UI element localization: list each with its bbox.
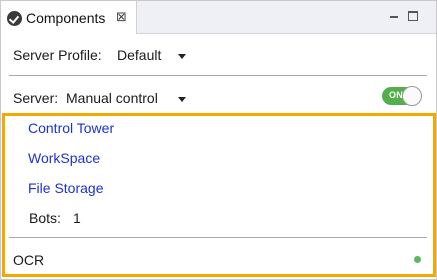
link-file-storage[interactable]: File Storage	[28, 180, 103, 196]
ocr-label: OCR	[13, 252, 45, 268]
maximize-icon[interactable]	[408, 11, 418, 21]
tab-components[interactable]: Components ⊠	[1, 1, 137, 34]
divider	[9, 237, 427, 238]
link-workspace[interactable]: WorkSpace	[28, 150, 100, 166]
tab-title: Components	[26, 10, 106, 26]
tab-bar: Components ⊠	[1, 1, 436, 34]
close-icon[interactable]: ⊠	[116, 10, 127, 24]
server-mode-dropdown[interactable]: Manual control	[66, 90, 158, 106]
bots-count: 1	[73, 210, 81, 226]
server-profile-label: Server Profile:	[13, 47, 102, 63]
server-toggle[interactable]: ON	[382, 86, 422, 106]
divider	[9, 75, 427, 76]
components-panel: Components ⊠ Server Profile: Default Ser…	[0, 0, 437, 280]
chevron-down-icon[interactable]	[178, 54, 186, 59]
link-control-tower[interactable]: Control Tower	[28, 120, 114, 136]
server-label: Server:	[13, 90, 59, 106]
server-profile-dropdown[interactable]: Default	[117, 47, 161, 63]
toggle-knob	[402, 86, 422, 106]
toggle-label: ON	[389, 90, 404, 100]
status-indicator	[414, 256, 421, 263]
bots-label: Bots:	[29, 210, 61, 226]
check-circle-icon	[7, 11, 22, 26]
minimize-icon[interactable]	[390, 16, 398, 18]
chevron-down-icon[interactable]	[178, 97, 186, 102]
